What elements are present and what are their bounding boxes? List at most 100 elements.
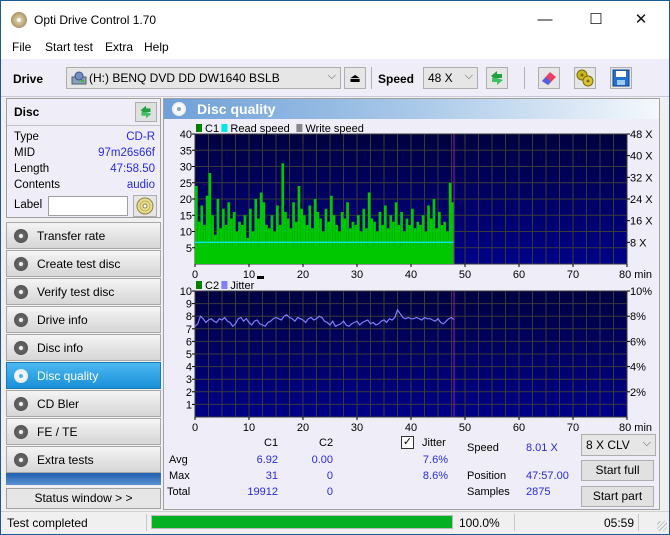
close-button[interactable]: ✕ (619, 7, 663, 33)
y2-tick-label: 24 X (630, 194, 653, 206)
nav-extra-tests[interactable]: Extra tests (6, 446, 161, 473)
y-tick-label: 20 (180, 194, 192, 206)
legend-label: C1 (205, 123, 219, 135)
start-part-button[interactable]: Start part (581, 486, 654, 507)
x-tick-label: 30 (351, 422, 363, 434)
disc-quality-icon (172, 102, 186, 116)
chevron-down-icon: ⌵ (642, 437, 651, 449)
y2-tick-label: 40 X (630, 151, 653, 163)
nav-label: Extra tests (37, 453, 94, 467)
stats-max-label: Max (169, 470, 190, 482)
x-tick-label: 70 (567, 269, 579, 281)
nav-transfer-rate[interactable]: Transfer rate (6, 222, 161, 249)
test-speed-value: 8 X CLV (586, 438, 630, 452)
nav-label: Disc info (37, 341, 84, 355)
minimize-button[interactable]: — (523, 7, 567, 33)
nav-label: Verify test disc (37, 285, 115, 299)
disc-box-title: Disc (14, 105, 40, 119)
y-tick-label: 3 (186, 374, 192, 386)
y-tick-label: 40 (180, 129, 192, 141)
settings-button[interactable] (574, 67, 596, 89)
checkmark-icon: ✓ (402, 436, 413, 448)
disc-icon (14, 257, 28, 271)
start-full-button[interactable]: Start full (581, 460, 654, 481)
x-tick-label: 50 (459, 422, 471, 434)
y-tick-label: 5 (186, 349, 192, 361)
c2-jitter-chart: 123456789102%4%6%8%10%0 10 20 30 40 50 60 70 80 … (180, 276, 652, 434)
x-tick-label: 80 min (619, 269, 652, 281)
nav-disc-quality[interactable]: Disc quality (6, 362, 161, 389)
divider (514, 514, 515, 531)
toolbar-divider (524, 67, 525, 89)
stats-total-c2: 0 (326, 486, 333, 498)
stats-avg-c1: 6.92 (256, 454, 278, 466)
stats-header-c2: C2 (319, 437, 334, 449)
nav-disc-info[interactable]: Disc info (6, 334, 161, 361)
refresh-icon (140, 105, 152, 119)
elapsed-time: 05:59 (604, 516, 635, 530)
disc-label-input[interactable] (48, 196, 128, 216)
disc-icon (14, 425, 28, 439)
maximize-button[interactable]: ☐ (574, 7, 618, 33)
speed-label: Speed (378, 72, 415, 86)
jitter-checkbox[interactable]: ✓ (401, 436, 414, 449)
y-tick-label: 15 (180, 210, 192, 222)
x-tick-label: 30 (351, 269, 363, 281)
nav-fe-te[interactable]: FE / TE (6, 418, 161, 445)
x-tick-label: 50 (459, 269, 471, 281)
nav-cd-bler[interactable]: CD Bler (6, 390, 161, 417)
y2-tick-label: 4% (630, 362, 646, 374)
disc-icon (14, 313, 28, 327)
disc-type-value: CD-R (126, 131, 155, 143)
erase-button[interactable] (538, 67, 560, 89)
x-tick-label: 40 (405, 422, 417, 434)
chevron-down-icon: ⌵ (464, 70, 473, 82)
app-icon (11, 12, 27, 28)
toolbar: Drive (H:) BENQ DVD DD DW1640 BSLB ⌵ ⏏ S… (1, 59, 669, 97)
samples-label: Samples (467, 486, 510, 498)
menu-start-test[interactable]: Start test (45, 40, 93, 54)
nav-create-test-disc[interactable]: Create test disc (6, 250, 161, 277)
test-speed-select[interactable]: 8 X CLV ⌵ (581, 434, 656, 456)
status-bar: Test completed 100.0% 05:59 (1, 511, 669, 533)
nav-verify-test-disc[interactable]: Verify test disc (6, 278, 161, 305)
stats-total-c1: 19912 (247, 486, 278, 498)
nav-label: Create test disc (37, 257, 121, 271)
disc-length-value: 47:58.50 (110, 163, 155, 175)
y-tick-label: 10 (180, 227, 192, 239)
speed-readout-label: Speed (467, 442, 499, 454)
panel-title: Disc quality (197, 101, 276, 117)
save-button[interactable] (610, 67, 632, 89)
legend-swatch (221, 281, 228, 289)
y-tick-label: 9 (186, 299, 192, 311)
disc-refresh-button[interactable] (135, 102, 157, 122)
refresh-speed-icon (491, 71, 503, 85)
divider (638, 514, 639, 531)
menu-help[interactable]: Help (144, 40, 169, 54)
y-tick-label: 2 (186, 387, 192, 399)
speed-select[interactable]: 48 X ⌵ (423, 67, 478, 89)
position-value: 47:57.00 (526, 470, 569, 482)
legend-swatch (196, 281, 202, 289)
menu-extra[interactable]: Extra (105, 40, 133, 54)
stats-max-jitter: 8.6% (422, 470, 448, 482)
stats-max-c2: 0 (326, 470, 333, 482)
x-tick-label: 70 (567, 422, 579, 434)
refresh-speed-button[interactable] (486, 67, 508, 89)
x-tick-label: 60 (513, 422, 525, 434)
left-panel: Disc Type CD-R MID 97m26s66f Length 47:5… (6, 98, 161, 510)
nav-label: Drive info (37, 313, 88, 327)
eject-button[interactable]: ⏏ (344, 67, 366, 89)
jitter-label: Jitter (422, 437, 446, 449)
nav-drive-info[interactable]: Drive info (6, 306, 161, 333)
y2-tick-label: 2% (630, 387, 646, 399)
resize-grip[interactable] (657, 521, 667, 531)
status-window-button[interactable]: Status window > > (6, 488, 161, 509)
label-disc-button[interactable] (133, 195, 157, 217)
disc-mid-value: 97m26s66f (98, 147, 155, 159)
disc-icon (14, 285, 28, 299)
legend-label: Write speed (305, 123, 364, 135)
menu-file[interactable]: File (12, 40, 31, 54)
drive-select[interactable]: (H:) BENQ DVD DD DW1640 BSLB ⌵ (66, 67, 341, 89)
charts-area: 5101520253035408 X16 X24 X32 X40 X48 X0 1… (180, 123, 654, 434)
